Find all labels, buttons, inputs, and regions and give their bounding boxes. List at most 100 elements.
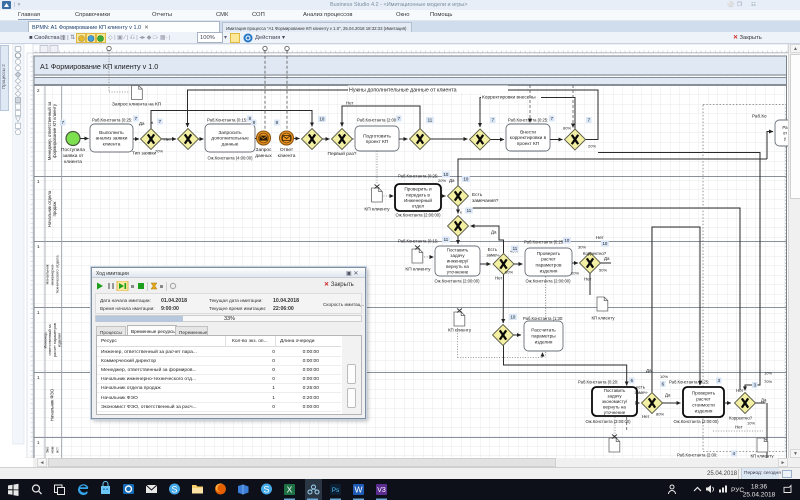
svg-text:клиента: клиента [103, 143, 121, 148]
svg-text:проект КП: проект КП [366, 139, 389, 145]
svg-text:проект КП: проект КП [517, 141, 540, 147]
svg-text:расчет: расчет [541, 257, 556, 262]
svg-text:дополнительные: дополнительные [211, 137, 249, 142]
svg-text:передать в: передать в [406, 192, 430, 197]
svg-text:70%: 70% [764, 379, 772, 384]
svg-text:✕: ✕ [150, 121, 154, 126]
svg-text:клиента: клиента [64, 160, 82, 165]
svg-text:10: 10 [510, 315, 515, 320]
svg-text:Да: Да [665, 393, 671, 398]
svg-text:S: S [171, 485, 177, 495]
svg-text:расчет параметров: расчет параметров [53, 323, 57, 357]
svg-text:уточнение: уточнение [604, 410, 626, 415]
svg-text:Раб.Константа (0:20:: Раб.Константа (0:20: [578, 380, 618, 385]
svg-text:Проверить и: Проверить и [404, 187, 432, 192]
svg-text:Ps: Ps [332, 487, 340, 494]
svg-text:Да: Да [491, 230, 497, 235]
svg-text:Запросить: Запросить [218, 130, 242, 136]
svg-text:стоимости: стоимости [692, 403, 715, 408]
svg-text:Первый раз?: Первый раз? [328, 150, 357, 157]
svg-text:Поступила: Поступила [61, 147, 85, 153]
svg-text:V3: V3 [377, 487, 386, 494]
svg-text:Инженерный: Инженерный [404, 197, 432, 203]
svg-text:25.04.2018: 25.04.2018 [743, 492, 776, 499]
svg-text:10: 10 [602, 241, 607, 246]
svg-text:данных: данных [255, 154, 272, 159]
svg-text:Нет: Нет [736, 388, 744, 393]
svg-text:Да: Да [449, 178, 455, 183]
svg-text:к: к [460, 210, 462, 215]
svg-text:Проверить: Проверить [692, 391, 716, 396]
svg-text:Начальник ФЭО: Начальник ФЭО [50, 388, 55, 421]
svg-text:изделия: изделия [535, 340, 553, 345]
svg-text:КП клиенту: КП клиенту [405, 267, 431, 273]
svg-text:Раб.Константа (1:30:: Раб.Константа (1:30: [523, 316, 563, 321]
svg-text:замеч-: замеч- [486, 253, 500, 258]
svg-text:Инженер,: Инженер, [43, 332, 47, 349]
svg-text:Раб.Ко: Раб.Ко [752, 114, 767, 119]
svg-text:экономисту/: экономисту/ [602, 399, 628, 404]
svg-text:Да: Да [646, 368, 652, 373]
svg-text:Корректно?: Корректно? [729, 416, 753, 421]
svg-text:80%: 80% [656, 412, 664, 417]
svg-text:инженеру/: инженеру/ [447, 259, 469, 264]
svg-text:70%: 70% [155, 149, 163, 154]
svg-text:Раб.Константа (0:25:: Раб.Константа (0:25: [92, 118, 132, 123]
svg-text:Нет: Нет [596, 235, 604, 240]
svg-text:данные: данные [222, 143, 239, 148]
svg-text:Тип заявки: Тип заявки [132, 151, 156, 157]
svg-text:Да: Да [761, 398, 767, 403]
svg-text:параметры: параметры [531, 334, 556, 339]
svg-text:Раб.Константа (0:25:: Раб.Константа (0:25: [524, 240, 564, 245]
svg-text:Ож.Константа (2:00:00): Ож.Константа (2:00:00) [434, 279, 480, 284]
svg-text:Ож.Константа (2:00:00): Ож.Константа (2:00:00) [673, 419, 719, 424]
svg-text:80%: 80% [563, 126, 571, 131]
svg-text:20%: 20% [571, 271, 579, 276]
svg-text:корректировки в: корректировки в [510, 136, 547, 141]
svg-text:КП клиенту: КП клиенту [591, 316, 615, 321]
svg-text:Нет: Нет [346, 101, 353, 106]
svg-text:КП клиенту: КП клиенту [448, 328, 472, 333]
svg-text:11: 11 [467, 208, 472, 213]
svg-text:от: от [783, 131, 787, 136]
svg-text:изделия: изделия [540, 268, 558, 273]
svg-text:Запрос: Запрос [256, 147, 272, 153]
svg-text:Ож.Константа (3:00:00): Ож.Константа (3:00:00) [585, 419, 631, 424]
svg-text:вернуть на: вернуть на [603, 405, 626, 410]
svg-text:Запрос клиента на КП: Запрос клиента на КП [112, 102, 162, 108]
svg-text:Раб.Константа (0:15:: Раб.Константа (0:15: [398, 239, 438, 244]
svg-text:Выполнить: Выполнить [99, 130, 124, 136]
svg-text:Внести: Внести [520, 129, 536, 135]
svg-text:замеч-: замеч- [634, 390, 648, 395]
svg-text:ном: ном [51, 446, 55, 453]
svg-text:Проверить: Проверить [537, 251, 561, 256]
svg-text:Раб.Константа (2:00:: Раб.Константа (2:00: [357, 118, 397, 123]
svg-text:Нет: Нет [495, 276, 502, 281]
svg-text:10%: 10% [764, 371, 772, 376]
svg-text:10: 10 [463, 177, 468, 182]
svg-text:10: 10 [319, 117, 324, 122]
svg-text:вернуть на: вернуть на [446, 264, 469, 269]
svg-text:Раб.Константа (0:25:: Раб.Константа (0:25: [508, 118, 548, 123]
svg-text:X: X [287, 485, 293, 495]
svg-text:Нужны дополнительные данные от: Нужны дополнительные данные от клиента [349, 88, 457, 94]
svg-text:Нет: Нет [735, 425, 742, 430]
svg-text:10: 10 [443, 172, 448, 177]
svg-text:заявка от: заявка от [63, 154, 85, 159]
svg-text:ист: ист [55, 447, 59, 453]
svg-text:формирование КП клиенту: формирование КП клиенту [52, 103, 57, 158]
svg-text:расчет: расчет [696, 397, 711, 402]
svg-text:ответственный за: ответственный за [48, 324, 52, 356]
svg-text:изделия: изделия [695, 409, 713, 414]
svg-text:Нет: Нет [642, 414, 649, 419]
svg-text:есть: есть [636, 385, 646, 390]
svg-text:отдел: отдел [412, 204, 425, 209]
svg-text:11: 11 [513, 246, 518, 251]
svg-text:11: 11 [444, 237, 449, 242]
svg-text:Корректировки внесены: Корректировки внесены [482, 94, 536, 100]
svg-text:КП клиенту: КП клиенту [364, 207, 390, 213]
svg-text:Ож.Константа (2:00:00): Ож.Константа (2:00:00) [525, 279, 571, 284]
svg-text:Рассчитать: Рассчитать [531, 328, 556, 333]
svg-text:Поставить: Поставить [604, 388, 626, 393]
svg-text:A1 Формирование КП клиенту v 1: A1 Формирование КП клиенту v 1.0 [40, 62, 158, 71]
